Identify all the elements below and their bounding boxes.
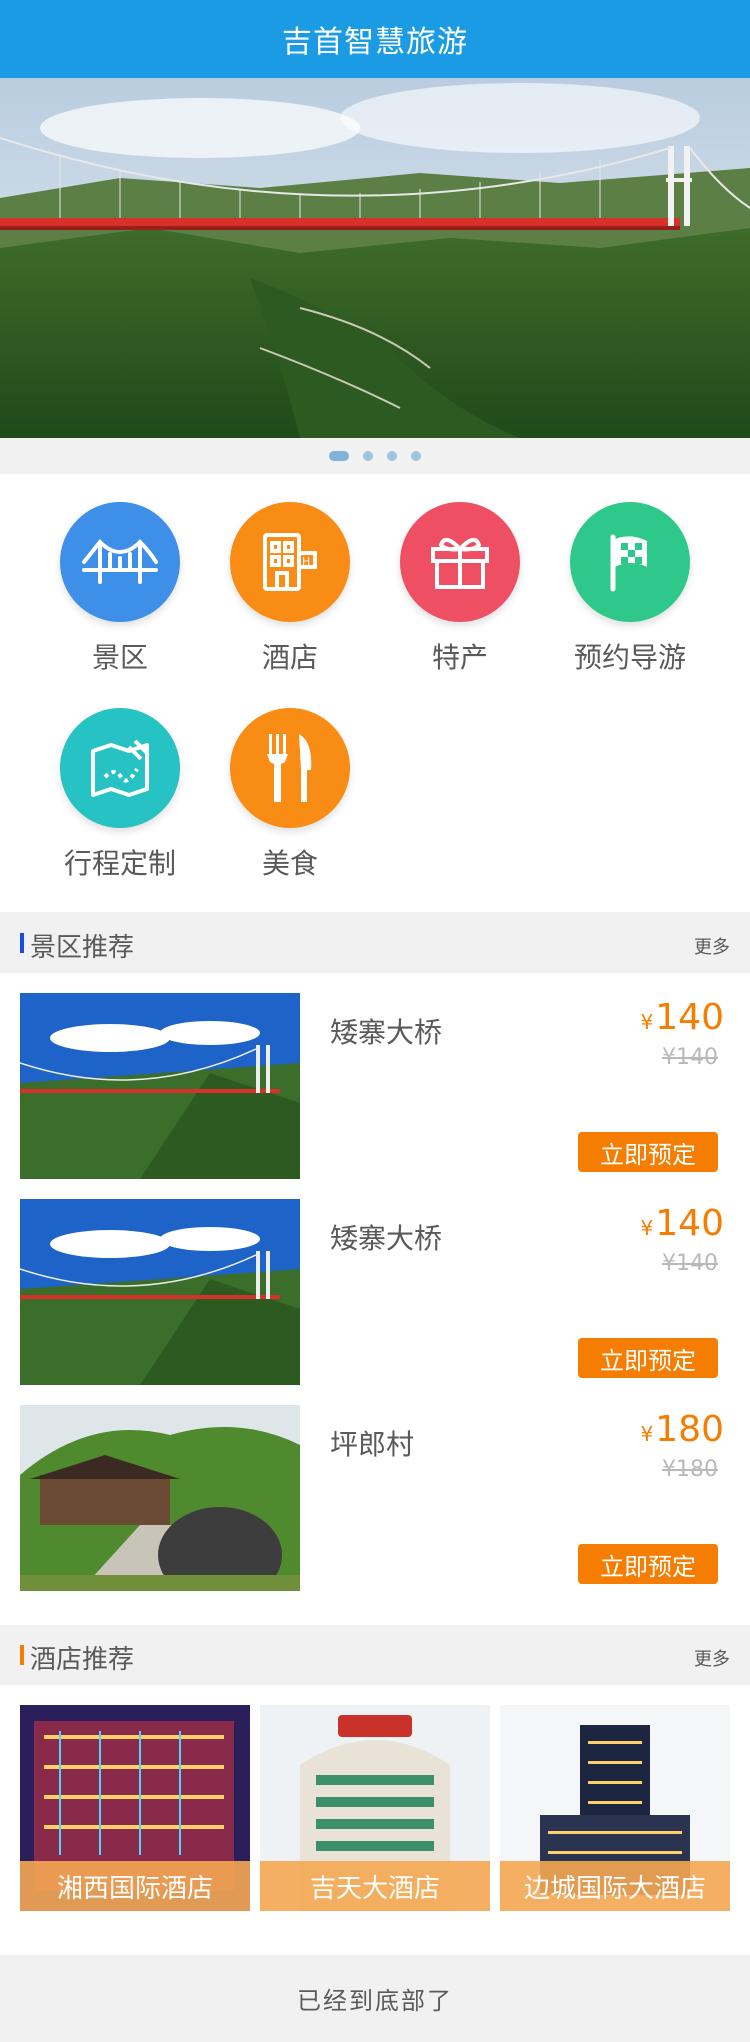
book-now-button[interactable]: 立即预定 <box>578 1132 718 1172</box>
fork-knife-icon <box>230 708 350 828</box>
carousel-dot[interactable] <box>363 451 373 461</box>
original-price: ¥140 <box>662 1045 718 1070</box>
hotel-name: 湘西国际酒店 <box>20 1861 250 1911</box>
banner-image <box>0 78 750 438</box>
list-item[interactable]: 矮寨大桥 ¥140 ¥140 立即预定 <box>0 1199 750 1385</box>
svg-text:H: H <box>302 555 310 568</box>
hotel-card[interactable]: 边城国际大酒店 <box>500 1705 730 1911</box>
list-end-footer: 已经到底部了 <box>0 1955 750 2042</box>
bridge-icon <box>60 502 180 622</box>
current-price: ¥180 <box>640 1409 724 1450</box>
hotel-section-header: 酒店推荐 更多 <box>0 1625 750 1685</box>
hotel-card[interactable]: 吉天大酒店 <box>260 1705 490 1911</box>
page-title: 吉首智慧旅游 <box>282 25 468 60</box>
current-price: ¥140 <box>640 997 724 1038</box>
scenic-thumbnail <box>20 993 300 1179</box>
scenic-name: 坪郎村 <box>330 1428 415 1461</box>
carousel-dot[interactable] <box>387 451 397 461</box>
original-price: ¥140 <box>662 1251 718 1276</box>
scenic-thumbnail <box>20 1199 300 1385</box>
category-guide[interactable]: 预约导游 <box>545 502 715 676</box>
hotel-list: 湘西国际酒店 吉天大酒店 边城国际大酒店 <box>0 1685 750 1955</box>
book-now-button[interactable]: 立即预定 <box>578 1544 718 1584</box>
category-grid: 景区 H 酒店 特产 预约导游 行程定制 美食 <box>0 474 750 912</box>
carousel-dot[interactable] <box>329 451 349 461</box>
hotel-name: 吉天大酒店 <box>260 1861 490 1911</box>
category-label: 美食 <box>261 847 318 880</box>
category-label: 行程定制 <box>63 847 176 880</box>
end-of-list-text: 已经到底部了 <box>297 1987 453 2015</box>
section-title: 酒店推荐 <box>30 1645 135 1675</box>
book-now-button[interactable]: 立即预定 <box>578 1338 718 1378</box>
list-item[interactable]: 坪郎村 ¥180 ¥180 立即预定 <box>0 1405 750 1591</box>
gift-box-icon <box>400 502 520 622</box>
scenic-name: 矮寨大桥 <box>330 1222 443 1255</box>
scenic-list: 矮寨大桥 ¥140 ¥140 立即预定 矮寨大桥 ¥140 ¥140 立即预定 <box>0 973 750 1625</box>
list-item[interactable]: 矮寨大桥 ¥140 ¥140 立即预定 <box>0 993 750 1179</box>
scenic-more-link[interactable]: 更多 <box>694 933 730 959</box>
category-specialty[interactable]: 特产 <box>375 502 545 676</box>
category-scenic[interactable]: 景区 <box>35 502 205 676</box>
category-itinerary[interactable]: 行程定制 <box>35 708 205 882</box>
hotel-building-icon: H <box>230 502 350 622</box>
category-food[interactable]: 美食 <box>205 708 375 882</box>
hotel-card[interactable]: 湘西国际酒店 <box>20 1705 250 1911</box>
original-price: ¥180 <box>662 1457 718 1482</box>
carousel-indicators <box>0 438 750 474</box>
category-hotel[interactable]: H 酒店 <box>205 502 375 676</box>
hotel-more-link[interactable]: 更多 <box>694 1645 730 1671</box>
scenic-thumbnail <box>20 1405 300 1591</box>
app-header: 吉首智慧旅游 <box>0 0 750 78</box>
current-price: ¥140 <box>640 1203 724 1244</box>
carousel-dot[interactable] <box>411 451 421 461</box>
section-accent-bar <box>20 1645 24 1665</box>
category-label: 景区 <box>91 641 148 674</box>
hotel-name: 边城国际大酒店 <box>500 1861 730 1911</box>
scenic-name: 矮寨大桥 <box>330 1016 443 1049</box>
section-title: 景区推荐 <box>30 933 135 963</box>
scenic-section-header: 景区推荐 更多 <box>0 913 750 973</box>
section-accent-bar <box>20 933 24 953</box>
category-label: 预约导游 <box>573 641 686 674</box>
flag-icon <box>570 502 690 622</box>
banner-carousel[interactable] <box>0 78 750 438</box>
map-pen-icon <box>60 708 180 828</box>
category-label: 酒店 <box>261 641 318 674</box>
category-label: 特产 <box>431 641 488 674</box>
